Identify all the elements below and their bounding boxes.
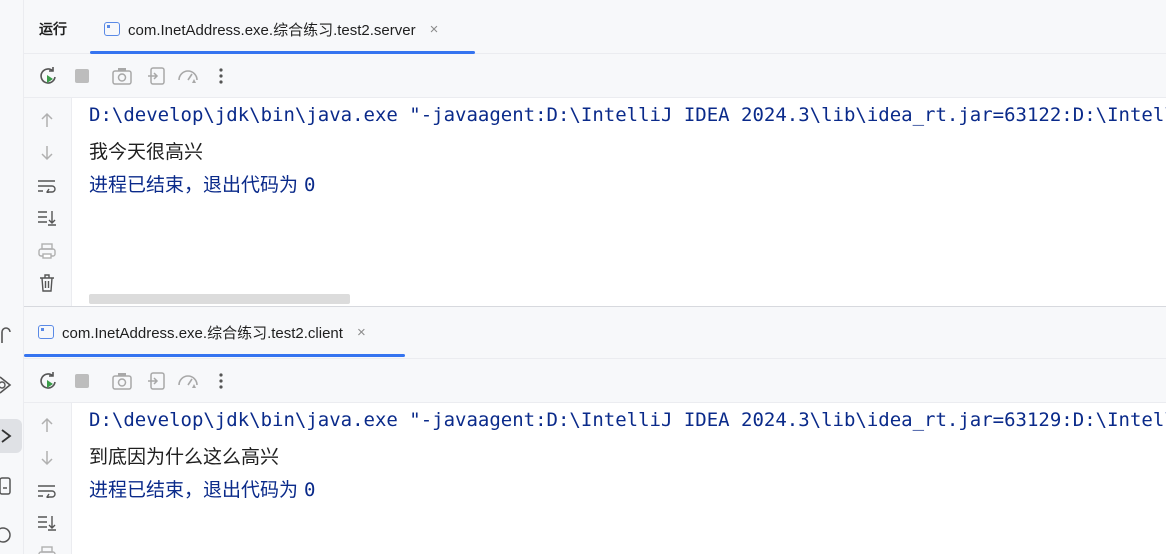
exit-message: 进程已结束，退出代码为 bbox=[89, 479, 305, 501]
tab-client[interactable]: com.InetAddress.exe.综合练习.test2.client × bbox=[24, 307, 405, 357]
exit-code: 0 bbox=[304, 479, 316, 501]
close-icon[interactable]: × bbox=[357, 324, 366, 341]
bottom-console-output[interactable]: D:\develop\jdk\bin\java.exe "-javaagent:… bbox=[73, 403, 1166, 554]
scroll-to-end-icon[interactable] bbox=[36, 207, 58, 229]
run-panel-title: 运行 bbox=[39, 22, 67, 38]
git-branch-icon[interactable] bbox=[0, 318, 22, 352]
console-command-line: D:\develop\jdk\bin\java.exe "-javaagent:… bbox=[89, 104, 1166, 126]
bottom-console-gutter bbox=[24, 403, 72, 554]
top-console-toolbar bbox=[24, 54, 1166, 98]
print-icon[interactable] bbox=[36, 543, 58, 554]
bottom-panel-header: com.InetAddress.exe.综合练习.test2.client × bbox=[24, 307, 1166, 359]
more-icon[interactable] bbox=[210, 370, 232, 392]
console-command-line: D:\develop\jdk\bin\java.exe "-javaagent:… bbox=[89, 409, 1166, 431]
top-console-gutter bbox=[24, 98, 72, 306]
terminal-icon[interactable] bbox=[0, 469, 22, 503]
soft-wrap-icon[interactable] bbox=[36, 175, 58, 197]
horizontal-scrollbar[interactable] bbox=[89, 294, 350, 304]
run-panel-header: 运行 com.InetAddress.exe.综合练习.test2.server… bbox=[24, 0, 1166, 54]
screenshot-icon[interactable] bbox=[111, 370, 133, 392]
profiler-icon[interactable] bbox=[177, 370, 199, 392]
arrow-down-icon[interactable] bbox=[36, 142, 58, 164]
application-config-icon bbox=[38, 325, 54, 339]
console-exit-line: 进程已结束，退出代码为 0 bbox=[89, 170, 316, 197]
services-icon[interactable] bbox=[0, 368, 22, 402]
console-output-line: 到底因为什么这么高兴 bbox=[89, 446, 280, 468]
rerun-icon[interactable] bbox=[37, 370, 59, 392]
arrow-down-icon[interactable] bbox=[36, 447, 58, 469]
tab-server[interactable]: com.InetAddress.exe.综合练习.test2.server × bbox=[90, 4, 475, 54]
stop-icon[interactable] bbox=[71, 370, 93, 392]
profiler-icon[interactable] bbox=[177, 65, 199, 87]
close-icon[interactable]: × bbox=[430, 21, 439, 38]
run-tool-window-icon[interactable] bbox=[0, 419, 22, 453]
more-icon[interactable] bbox=[210, 65, 232, 87]
rerun-icon[interactable] bbox=[37, 65, 59, 87]
tab-server-label: com.InetAddress.exe.综合练习.test2.server bbox=[128, 21, 416, 39]
attach-icon[interactable] bbox=[145, 65, 167, 87]
exit-code: 0 bbox=[304, 174, 316, 196]
tab-client-label: com.InetAddress.exe.综合练习.test2.client bbox=[62, 324, 343, 342]
scroll-to-end-icon[interactable] bbox=[36, 512, 58, 534]
active-tab-indicator bbox=[24, 354, 405, 357]
trash-icon[interactable] bbox=[36, 272, 58, 294]
console-exit-line: 进程已结束，退出代码为 0 bbox=[89, 475, 316, 502]
attach-icon[interactable] bbox=[145, 370, 167, 392]
left-tool-strip bbox=[0, 0, 24, 554]
soft-wrap-icon[interactable] bbox=[36, 480, 58, 502]
problems-icon[interactable] bbox=[0, 518, 22, 552]
screenshot-icon[interactable] bbox=[111, 65, 133, 87]
print-icon[interactable] bbox=[36, 240, 58, 262]
application-config-icon bbox=[104, 22, 120, 36]
bottom-console-toolbar bbox=[24, 359, 1166, 403]
arrow-up-icon[interactable] bbox=[36, 414, 58, 436]
top-console-output[interactable]: D:\develop\jdk\bin\java.exe "-javaagent:… bbox=[73, 98, 1166, 306]
arrow-up-icon[interactable] bbox=[36, 109, 58, 131]
stop-icon[interactable] bbox=[71, 65, 93, 87]
exit-message: 进程已结束，退出代码为 bbox=[89, 174, 305, 196]
console-output-line: 我今天很高兴 bbox=[89, 141, 204, 163]
